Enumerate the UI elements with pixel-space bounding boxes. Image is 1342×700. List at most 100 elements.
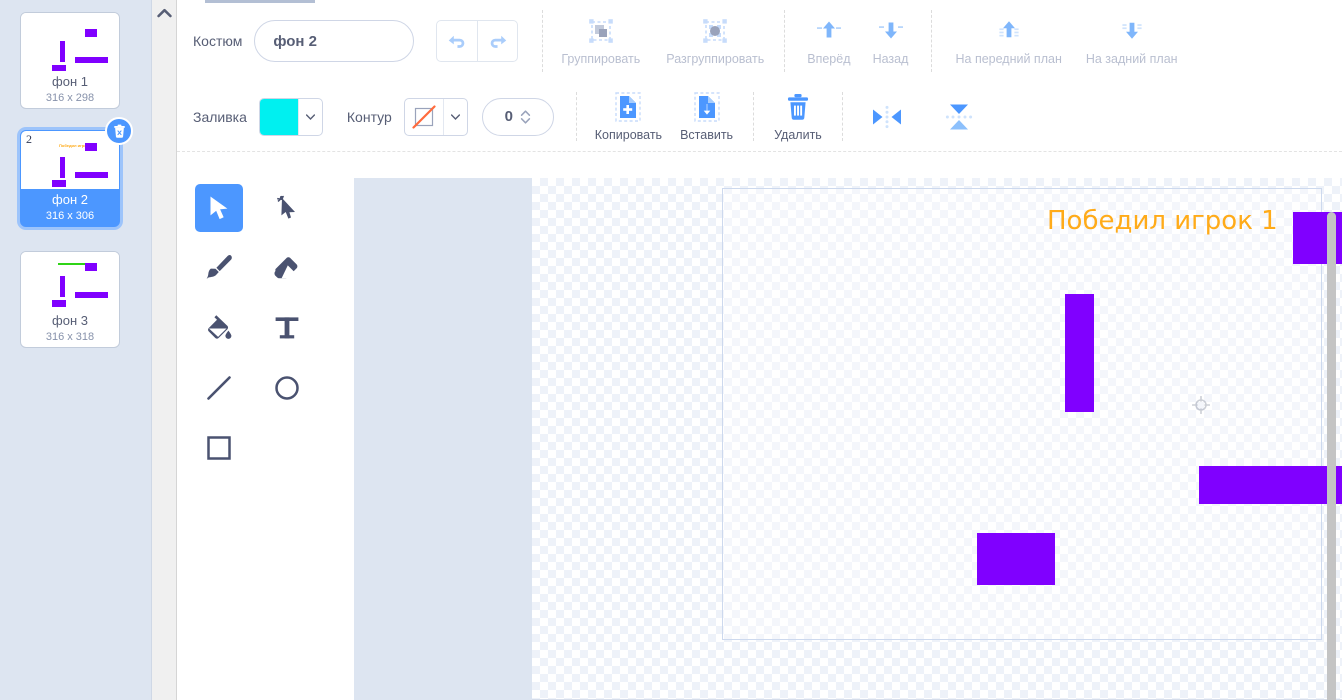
fill-label: Заливка [193,108,247,125]
fill-color-picker[interactable] [258,97,323,136]
canvas-paper[interactable]: Победил игрок 1 [532,178,1342,700]
undo-redo-group [436,20,519,62]
outline-color-swatch[interactable] [405,99,443,135]
fill-dropdown-arrow[interactable] [297,98,322,135]
chevron-down-icon [450,113,460,120]
toolbar-row-bottom: Заливка Контур 0 Копировать Вставить Уда… [177,82,1342,152]
select-tool[interactable] [195,184,243,232]
forward-layer-icon [816,21,841,38]
costume-list-panel: 1 фон 1 316 x 298 2 Поб [0,0,152,700]
costume-size-1: 316 x 298 [45,92,95,104]
flip-vertical-icon [945,104,972,129]
rect-bottom-left[interactable] [977,533,1055,585]
costume-list-scroll-strip[interactable] [152,0,177,700]
reshape-icon [277,195,295,219]
costume-thumbnail-3 [21,252,119,310]
circle-icon [275,376,299,400]
copy-label: Копировать [594,127,663,142]
line-tool[interactable] [195,364,243,412]
send-to-back-icon [1122,22,1142,39]
undo-button[interactable] [437,21,477,61]
trash-icon [787,93,808,120]
canvas-vertical-scrollbar[interactable] [1327,212,1336,700]
toolbar-divider-6 [841,92,843,141]
ungroup-button[interactable]: Разгруппировать [658,16,772,66]
rect-tall-left[interactable] [1065,294,1094,412]
text-t-icon [275,317,299,339]
stroke-width-value: 0 [504,108,513,125]
group-icon [589,19,613,43]
arrow-cursor-icon [210,196,228,220]
toolbar-divider-4 [575,92,577,141]
rect-tool[interactable] [195,424,243,472]
eraser-tool[interactable] [263,244,311,292]
bring-to-front-button[interactable]: На передний план [948,16,1070,66]
paint-editor-window: 1 фон 1 316 x 298 2 Поб [0,0,1342,700]
costume-index-2: 2 [26,132,32,146]
toolbar-divider-1 [542,10,544,72]
forward-label: Вперёд [807,52,851,66]
costume-name-2: фон 2 [52,192,88,207]
toolbar-row-top: Костюм фон 2 Группировать Разгруппироват… [177,0,1342,82]
costume-label: Костюм [193,33,243,49]
delete-costume-button[interactable] [105,117,133,145]
trash-icon [113,124,125,138]
redo-button[interactable] [477,21,517,61]
costume-list-item-1[interactable]: 1 фон 1 316 x 298 [20,12,120,109]
flip-vertical-button[interactable] [931,102,987,132]
collapse-panel-button[interactable] [152,2,177,24]
no-color-icon [412,104,436,129]
ungroup-icon [703,19,728,43]
spinner-arrows-icon [520,109,531,124]
redo-icon [490,35,507,48]
costume-size-2: 316 x 306 [45,210,95,222]
costume-name-input[interactable] [254,20,415,62]
stroke-width-stepper[interactable]: 0 [481,97,554,136]
paste-label: Вставить [680,127,734,142]
canvas-text-object[interactable]: Победил игрок 1 [1047,206,1278,236]
costume-name-3: фон 3 [52,313,88,328]
outline-color-picker[interactable] [403,97,468,136]
toolbar-divider-2 [784,10,786,72]
outline-dropdown-arrow[interactable] [442,98,467,135]
bring-to-front-label: На передний план [955,52,1062,66]
flip-horizontal-button[interactable] [859,102,915,132]
outline-label: Контур [346,108,392,125]
reshape-tool[interactable] [263,184,311,232]
backward-layer-icon [878,22,903,39]
toolbar-divider-5 [753,92,755,141]
toolbar-divider-3 [930,10,932,72]
delete-label: Удалить [774,127,822,142]
fill-tool[interactable] [195,304,243,352]
paint-canvas-area[interactable]: Победил игрок 1 [354,178,1342,700]
undo-icon [449,35,465,48]
backward-button[interactable]: Назад [863,16,919,66]
group-label: Группировать [561,52,641,66]
backward-label: Назад [872,52,909,66]
brush-tool[interactable] [195,244,243,292]
rect-wide-mid[interactable] [1199,466,1342,504]
text-tool[interactable] [263,304,311,352]
costume-list-item-2[interactable]: 2 Победил игрок 1 фон 2 316 x 306 [20,117,133,227]
chevron-down-icon [305,113,315,120]
circle-tool[interactable] [263,364,311,412]
group-button[interactable]: Группировать [553,16,648,66]
fill-color-swatch[interactable] [259,98,298,135]
send-to-back-button[interactable]: На задний план [1078,16,1186,66]
flip-horizontal-icon [872,105,901,128]
paste-button[interactable]: Вставить [672,91,741,142]
forward-button[interactable]: Вперёд [799,16,858,66]
delete-button[interactable]: Удалить [766,92,830,142]
costume-size-3: 316 x 318 [45,331,95,343]
paint-bucket-icon [208,315,232,339]
ungroup-label: Разгруппировать [666,52,765,66]
crosshair-icon [1191,395,1211,415]
square-icon [207,436,231,460]
chevron-up-icon [157,8,172,18]
costume-thumbnail-2: 2 Победил игрок 1 [21,131,119,189]
stroke-width-spinner[interactable] [520,108,531,126]
costume-list-item-3[interactable]: 3 фон 3 316 x 318 [20,251,120,348]
copy-button[interactable]: Копировать [587,91,670,142]
tool-palette [195,178,355,498]
paint-editor-main: Костюм фон 2 Группировать Разгруппироват… [177,0,1342,700]
